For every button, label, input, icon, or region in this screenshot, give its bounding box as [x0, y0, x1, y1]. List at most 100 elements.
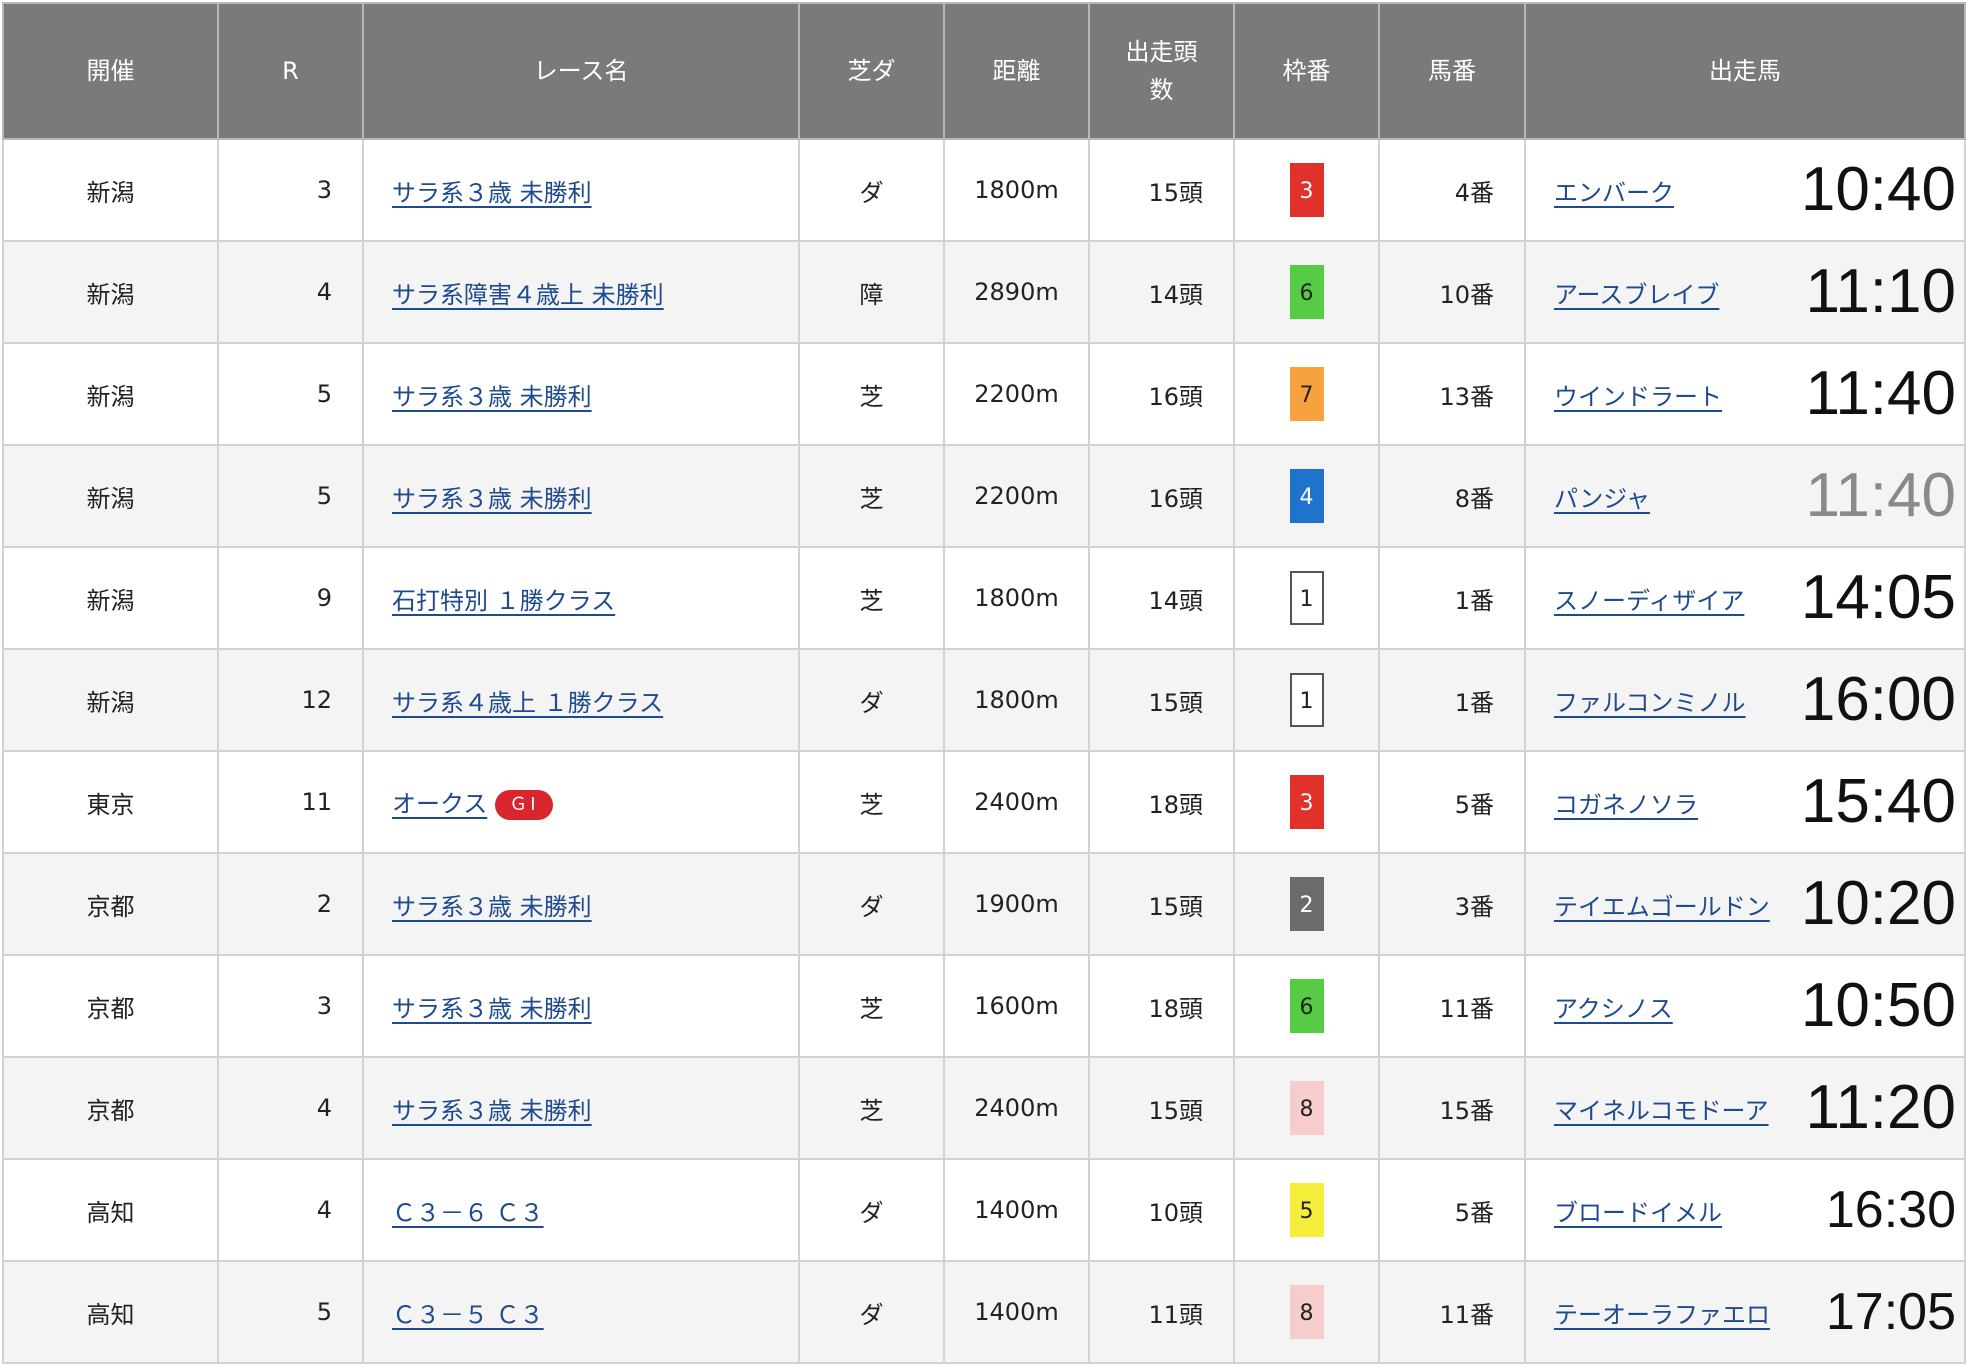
frame-cell: 8: [1233, 1260, 1380, 1364]
runners-cell: 15頭: [1088, 138, 1235, 242]
race-no-cell: 3: [217, 954, 364, 1058]
frame-cell: 3: [1233, 138, 1380, 242]
horse-name-link[interactable]: エンバーク: [1554, 179, 1674, 207]
surface-cell: 芝: [798, 444, 945, 548]
horse-no-cell: 5番: [1378, 1158, 1526, 1262]
horse-no-cell: 8番: [1378, 444, 1526, 548]
surface-cell: 芝: [798, 546, 945, 650]
header-race-no: R: [217, 2, 364, 140]
horse-name-link[interactable]: ファルコンミノル: [1554, 689, 1746, 717]
horse-name-link[interactable]: テイエムゴールドン: [1554, 893, 1770, 921]
header-runners-line2: 数: [1149, 76, 1174, 104]
horse-cell: ファルコンミノル 16:00: [1524, 648, 1966, 752]
table-row: 東京 11 オークス ＧⅠ 芝 2400m 18頭 3 5番 コガネノソラ 15:40: [2, 750, 1966, 854]
horse-name-link[interactable]: テーオーラファエロ: [1554, 1301, 1770, 1329]
race-name-link[interactable]: サラ系３歳 未勝利: [392, 179, 592, 207]
post-time: 10:40: [1800, 155, 1956, 224]
horse-name-link[interactable]: アクシノス: [1554, 995, 1673, 1023]
race-name-link[interactable]: オークス: [392, 790, 487, 818]
frame-cell: 6: [1233, 954, 1380, 1058]
table-row: 高知 5 Ｃ３－５ Ｃ３ ダ 1400m 11頭 8 11番 テーオーラファエロ 17:05: [2, 1260, 1966, 1364]
race-name-link[interactable]: サラ系３歳 未勝利: [392, 893, 592, 921]
horse-cell: アクシノス 10:50: [1524, 954, 1966, 1058]
frame-badge: 4: [1289, 469, 1324, 523]
post-time: 11:40: [1805, 359, 1956, 428]
horse-no-cell: 3番: [1378, 852, 1526, 956]
post-time: 17:05: [1825, 1283, 1956, 1341]
table-row: 京都 2 サラ系３歳 未勝利ダ 1900m 15頭 2 3番 テイエムゴールドン 10:20: [2, 852, 1966, 956]
frame-badge: 1: [1289, 673, 1324, 727]
horse-name-link[interactable]: ブロードイメル: [1554, 1199, 1722, 1227]
header-frame: 枠番: [1233, 2, 1380, 140]
horse-name-link[interactable]: ウインドラート: [1554, 383, 1722, 411]
race-no-cell: 5: [217, 1260, 364, 1364]
venue-cell: 新潟: [2, 444, 219, 548]
table-row: 新潟 3 サラ系３歳 未勝利ダ 1800m 15頭 3 4番 エンバーク 10:40: [2, 138, 1966, 242]
runners-cell: 18頭: [1088, 954, 1235, 1058]
runners-cell: 10頭: [1088, 1158, 1235, 1262]
distance-cell: 1800m: [943, 546, 1090, 650]
frame-cell: 3: [1233, 750, 1380, 854]
table-row: 京都 3 サラ系３歳 未勝利 芝 1600m 18頭 6 11番 アクシノス 10:50: [2, 954, 1966, 1058]
venue-cell: 新潟: [2, 138, 219, 242]
horse-no-cell: 13番: [1378, 342, 1526, 446]
horse-name-link[interactable]: コガネノソラ: [1554, 791, 1698, 819]
surface-cell: 芝: [798, 342, 945, 446]
frame-badge: 8: [1289, 1285, 1324, 1339]
horse-name-link[interactable]: マイネルコモドーア: [1554, 1097, 1769, 1125]
frame-badge: 7: [1289, 367, 1324, 421]
venue-cell: 新潟: [2, 546, 219, 650]
distance-cell: 1400m: [943, 1260, 1090, 1364]
horse-no-cell: 15番: [1378, 1056, 1526, 1160]
race-name-link[interactable]: Ｃ３－５ Ｃ３: [392, 1301, 544, 1329]
venue-cell: 高知: [2, 1158, 219, 1262]
horse-name-link[interactable]: アースブレイブ: [1554, 281, 1719, 309]
race-rows: 新潟 3 サラ系３歳 未勝利ダ 1800m 15頭 3 4番 エンバーク 10:40 新潟 4 サラ系…: [2, 138, 1966, 1364]
race-name-link[interactable]: サラ系３歳 未勝利: [392, 1097, 592, 1125]
horse-cell: ウインドラート 11:40: [1524, 342, 1966, 446]
post-time: 11:40: [1805, 461, 1956, 530]
race-name-cell: サラ系３歳 未勝利: [362, 954, 800, 1058]
header-horse-no: 馬番: [1378, 2, 1526, 140]
runners-cell: 15頭: [1088, 852, 1235, 956]
header-runners: 出走頭 数: [1088, 2, 1235, 140]
race-name-link[interactable]: サラ系３歳 未勝利: [392, 995, 592, 1023]
race-no-cell: 5: [217, 342, 364, 446]
race-name-link[interactable]: Ｃ３－６ Ｃ３: [392, 1199, 544, 1227]
post-time: 10:20: [1800, 869, 1956, 938]
race-name-link[interactable]: サラ系４歳上 １勝クラス: [392, 689, 663, 717]
table-row: 新潟 12 サラ系４歳上 １勝クラス ダ 1800m 15頭 1 1番 ファルコンミノル 16:0…: [2, 648, 1966, 752]
post-time: 16:30: [1825, 1181, 1956, 1239]
horse-name-link[interactable]: スノーディザイア: [1554, 587, 1744, 615]
race-no-cell: 4: [217, 240, 364, 344]
race-name-link[interactable]: サラ系障害４歳上 未勝利: [392, 281, 664, 309]
race-name-link[interactable]: サラ系３歳 未勝利: [392, 383, 592, 411]
race-name-cell: サラ系４歳上 １勝クラス: [362, 648, 800, 752]
distance-cell: 2400m: [943, 750, 1090, 854]
distance-cell: 1900m: [943, 852, 1090, 956]
frame-badge: 8: [1289, 1081, 1324, 1135]
venue-cell: 新潟: [2, 342, 219, 446]
race-no-cell: 4: [217, 1056, 364, 1160]
venue-cell: 新潟: [2, 240, 219, 344]
venue-cell: 京都: [2, 954, 219, 1058]
header-venue: 開催: [2, 2, 219, 140]
race-name-link[interactable]: サラ系３歳 未勝利: [392, 485, 592, 513]
runners-cell: 11頭: [1088, 1260, 1235, 1364]
table-header-row: 開催 R レース名 芝ダ 距離 出走頭 数 枠番 馬番 出走馬: [2, 2, 1966, 140]
table-row: 新潟 5 サラ系３歳 未勝利 芝 2200m 16頭 4 8番 パンジャ 11:40: [2, 444, 1966, 548]
runners-cell: 15頭: [1088, 648, 1235, 752]
distance-cell: 2890m: [943, 240, 1090, 344]
horse-name-link[interactable]: パンジャ: [1554, 485, 1650, 513]
frame-badge: 1: [1289, 571, 1324, 625]
table-row: 新潟 9 石打特別 １勝クラス 芝 1800m 14頭 1 1番 スノーディザイア 14:05: [2, 546, 1966, 650]
distance-cell: 2200m: [943, 444, 1090, 548]
race-no-cell: 5: [217, 444, 364, 548]
frame-badge: 2: [1289, 877, 1324, 931]
race-name-cell: サラ系３歳 未勝利: [362, 444, 800, 548]
race-name-cell: サラ系３歳 未勝利: [362, 1056, 800, 1160]
table-row: 新潟 4 サラ系障害４歳上 未勝利 障 2890m 14頭 6 10番 アースブレイブ 11:10: [2, 240, 1966, 344]
frame-cell: 2: [1233, 852, 1380, 956]
frame-cell: 1: [1233, 648, 1380, 752]
race-name-link[interactable]: 石打特別 １勝クラス: [392, 587, 615, 615]
